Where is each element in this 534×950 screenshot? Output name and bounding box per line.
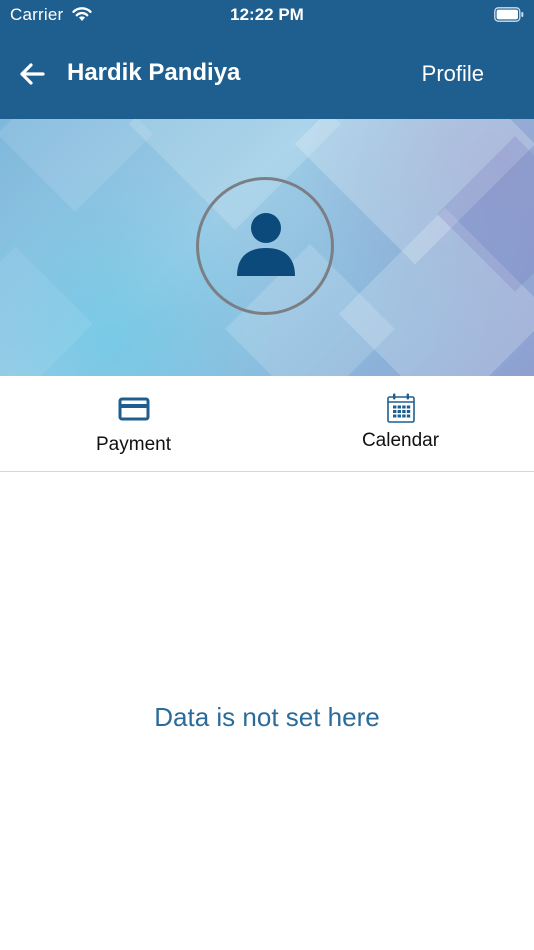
tab-payment[interactable]: Payment (0, 376, 267, 471)
page-title: Hardik Pandiya (67, 59, 241, 86)
person-icon (237, 213, 295, 276)
tab-label: Payment (96, 434, 171, 455)
tab-bar: Payment Calendar (0, 376, 534, 472)
tab-calendar[interactable]: Calendar (267, 376, 534, 471)
arrow-left-icon[interactable] (18, 60, 46, 88)
empty-state-message: Data is not set here (154, 702, 380, 732)
tab-label: Calendar (361, 430, 440, 451)
profile-button[interactable]: Profile (422, 61, 484, 87)
profile-banner (0, 119, 534, 376)
credit-card-icon (118, 397, 149, 421)
navigation-bar: Hardik Pandiya Profile (0, 44, 534, 104)
calendar-icon (386, 393, 415, 423)
battery-icon (494, 7, 524, 22)
status-time: 12:22 PM (230, 5, 304, 24)
app-header: Carrier 12:22 PM Hardik Pandiya Profile (0, 0, 534, 119)
status-bar: Carrier 12:22 PM (0, 0, 534, 32)
avatar[interactable] (196, 177, 334, 315)
